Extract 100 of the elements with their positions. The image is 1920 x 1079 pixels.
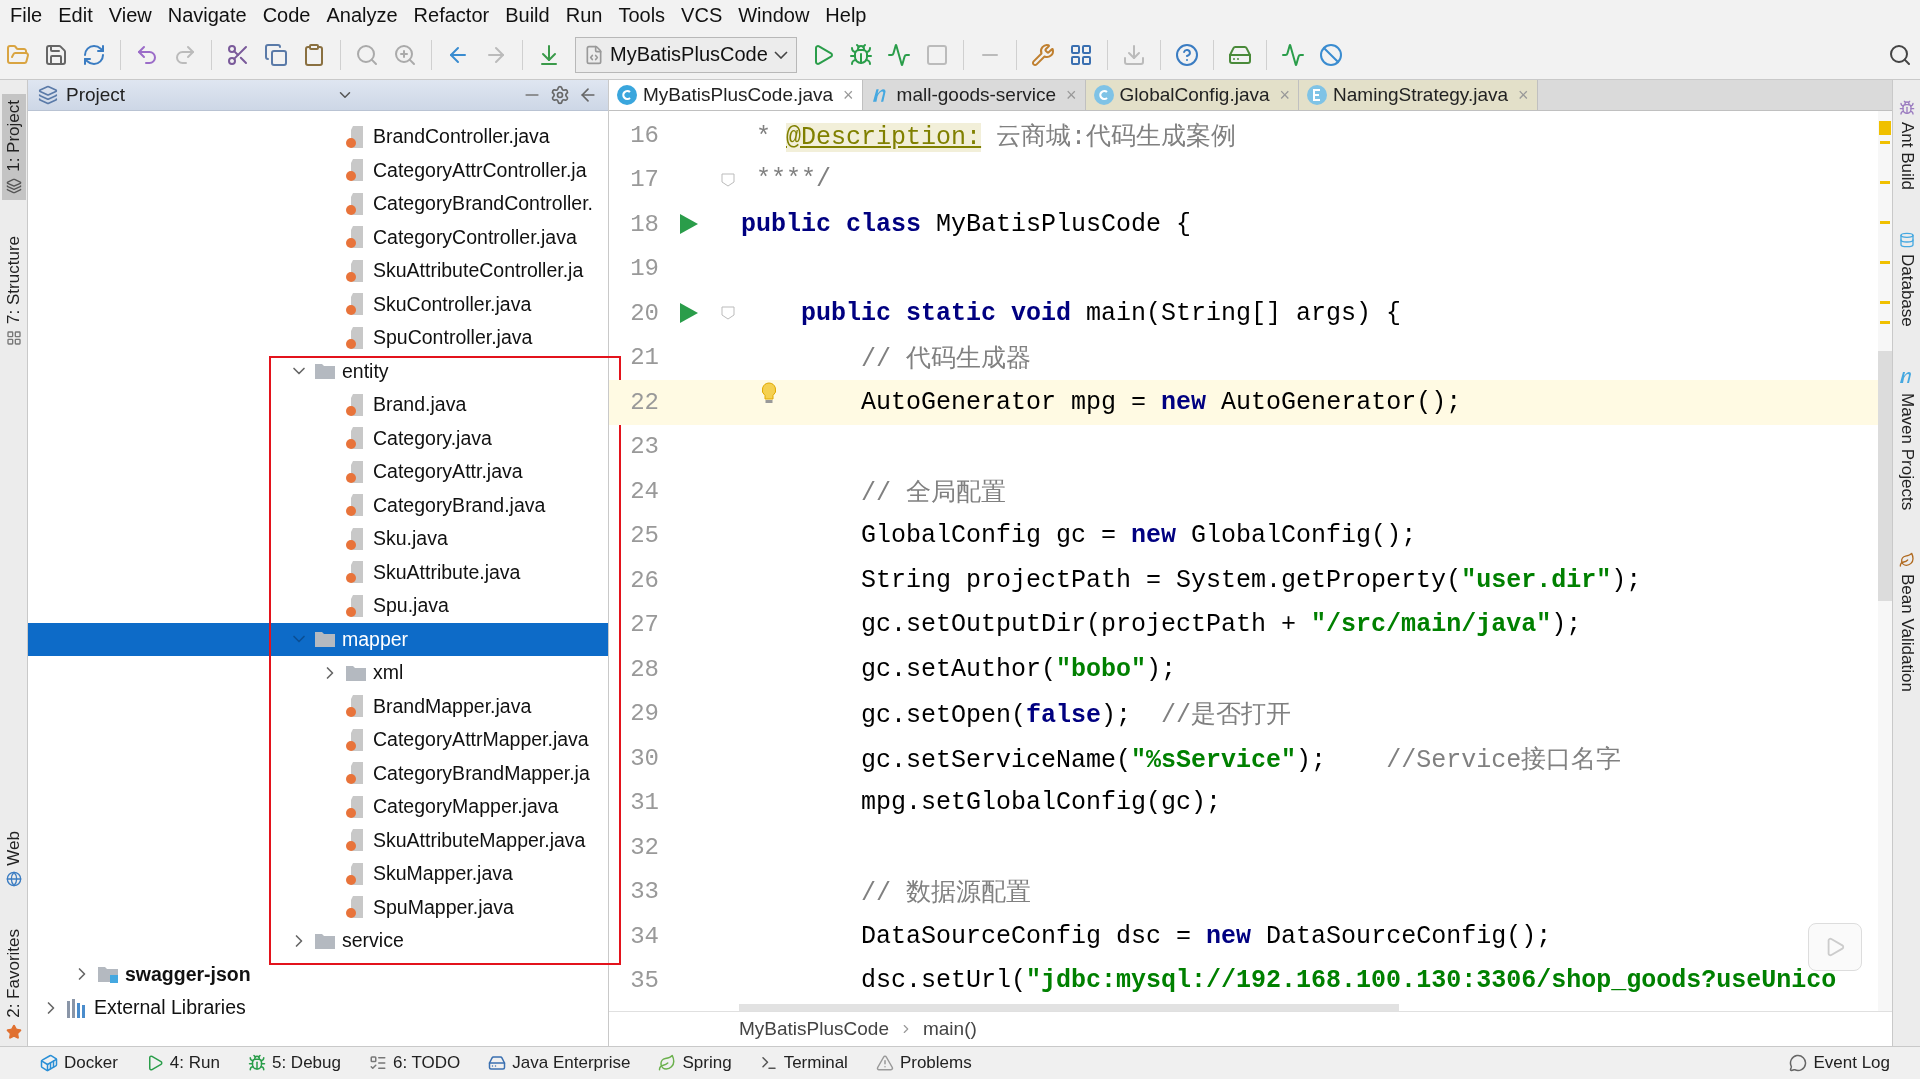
tab-label: mall-goods-service (896, 84, 1057, 106)
replace-icon[interactable] (393, 42, 417, 67)
line-number: 27 (629, 611, 659, 639)
tool-window-button[interactable]: Spring (658, 1053, 732, 1073)
menu-item[interactable]: Build (499, 3, 560, 27)
tool-window-button[interactable]: Problems (875, 1053, 972, 1073)
menu-item[interactable]: Navigate (161, 3, 257, 27)
fold-icon[interactable] (721, 172, 735, 187)
tool-window-button[interactable]: Java Enterprise (488, 1053, 631, 1073)
find-icon[interactable] (355, 42, 379, 67)
code-line: gc.setAuthor("bobo"); (861, 654, 1177, 684)
disable-icon[interactable] (1318, 42, 1343, 67)
tree-item[interactable]: CategoryAttrController.ja (28, 153, 608, 187)
help-icon[interactable] (1174, 42, 1199, 67)
tree-item[interactable]: xml (28, 656, 608, 690)
menu-item[interactable]: File (4, 3, 53, 27)
menu-item[interactable]: Refactor (407, 3, 500, 27)
tree-item[interactable]: SkuMapper.java (28, 857, 608, 891)
tree-item[interactable]: Category.java (28, 421, 608, 455)
tree-item[interactable]: swagger-json (28, 957, 608, 991)
save-icon[interactable] (44, 42, 68, 67)
line-number: 31 (629, 789, 659, 817)
tree-item[interactable]: Spu.java (28, 589, 608, 623)
menu-item[interactable]: View (102, 3, 162, 27)
tool-window-button[interactable]: 7: Structure (1, 229, 26, 352)
structure-icon[interactable] (1068, 42, 1093, 67)
tree-item[interactable]: mapper (28, 622, 608, 656)
menu-item[interactable]: Help (819, 3, 877, 27)
tree-item[interactable]: BrandMapper.java (28, 689, 608, 723)
tool-window-button[interactable]: 2: Favorites (1, 923, 26, 1046)
menu-item[interactable]: Code (256, 3, 321, 27)
tree-item[interactable]: SpuMapper.java (28, 890, 608, 924)
warning-status-marker[interactable] (1879, 121, 1891, 135)
tree-item[interactable]: entity (28, 354, 608, 388)
breadcrumb[interactable]: MyBatisPlusCode (739, 1018, 889, 1040)
lightbulb-icon[interactable] (761, 382, 778, 404)
tool-window-button[interactable]: Docker (40, 1053, 118, 1073)
horizontal-scrollbar[interactable] (739, 1004, 1399, 1011)
editor-tab[interactable]: MyBatisPlusCode.java × (609, 80, 863, 110)
wrench-icon[interactable] (1030, 42, 1055, 67)
tree-item[interactable]: SkuAttributeController.ja (28, 254, 608, 288)
tree-item[interactable]: CategoryBrandMapper.ja (28, 756, 608, 790)
panel-title[interactable]: Project (66, 84, 126, 106)
sync-icon[interactable] (82, 42, 106, 67)
debug-icon[interactable] (848, 42, 873, 67)
tree-item[interactable]: CategoryAttr.java (28, 455, 608, 489)
menu-item[interactable]: Tools (612, 3, 676, 27)
tool-window-button[interactable]: Web (1, 824, 26, 894)
tool-window-button[interactable]: 1: Project (1, 94, 26, 200)
breadcrumb[interactable]: main() (922, 1018, 977, 1040)
tree-item[interactable]: SpuController.java (28, 321, 608, 355)
tree-item[interactable]: External Libraries (28, 991, 608, 1025)
scrollbar-thumb[interactable] (1878, 351, 1892, 601)
menu-item[interactable]: Run (559, 3, 613, 27)
run-configuration-dropdown[interactable]: MyBatisPlusCode (575, 36, 797, 73)
tool-window-button[interactable]: 4: Run (145, 1053, 220, 1073)
editor-tab[interactable]: NamingStrategy.java × (1299, 80, 1538, 110)
line-number: 24 (629, 477, 659, 505)
tool-window-button[interactable]: Database (1894, 226, 1919, 333)
paste-icon[interactable] (302, 42, 326, 67)
tree-item[interactable]: CategoryBrandController. (28, 187, 608, 221)
tree-item[interactable]: CategoryAttrMapper.java (28, 723, 608, 757)
bean-icon (1898, 552, 1915, 568)
run-icon[interactable] (679, 213, 699, 236)
settings-icon[interactable] (550, 85, 570, 105)
tree-item[interactable]: Sku.java (28, 522, 608, 556)
tree-item[interactable]: SkuController.java (28, 287, 608, 321)
tool-window-button[interactable]: Bean Validation (1894, 546, 1919, 698)
tree-item[interactable]: CategoryController.java (28, 220, 608, 254)
tree-item[interactable]: Brand.java (28, 388, 608, 422)
open-folder-icon[interactable] (6, 42, 30, 67)
tree-item[interactable]: SkuAttributeMapper.java (28, 823, 608, 857)
event-log-button[interactable]: Event Log (1789, 1053, 1890, 1073)
tool-window-button[interactable]: 6: TODO (368, 1053, 461, 1073)
tool-window-button[interactable]: 5: Debug (247, 1053, 341, 1073)
tree-item[interactable]: SkuAttribute.java (28, 555, 608, 589)
download-icon[interactable] (1121, 42, 1146, 67)
cut-icon[interactable] (226, 42, 250, 67)
tree-item[interactable]: BrandController.java (28, 120, 608, 154)
coverage-icon[interactable] (886, 42, 911, 67)
editor-tab[interactable]: GlobalConfig.java × (1085, 80, 1300, 110)
tool-window-button[interactable]: Ant Build (1894, 94, 1919, 197)
run-icon[interactable] (679, 302, 699, 325)
tool-window-button[interactable]: Terminal (759, 1053, 848, 1073)
monitor-icon[interactable] (1280, 42, 1305, 67)
caret-icon (773, 50, 788, 59)
copy-icon[interactable] (264, 42, 288, 67)
stop-icon[interactable] (924, 42, 949, 67)
search-icon[interactable] (1888, 42, 1912, 67)
ant-icon (1898, 100, 1915, 116)
menu-item[interactable]: Window (732, 3, 820, 27)
menu-item[interactable]: Edit (52, 3, 103, 27)
menu-item[interactable]: Analyze (320, 3, 408, 27)
fold-icon[interactable] (721, 306, 735, 321)
tool-window-button[interactable]: Maven Projects (1894, 362, 1919, 516)
menu-item[interactable]: VCS (675, 3, 733, 27)
tree-item[interactable]: CategoryMapper.java (28, 790, 608, 824)
tree-item[interactable]: service (28, 924, 608, 958)
code-line: GlobalConfig gc = new GlobalConfig(); (861, 521, 1417, 551)
tree-item[interactable]: CategoryBrand.java (28, 488, 608, 522)
